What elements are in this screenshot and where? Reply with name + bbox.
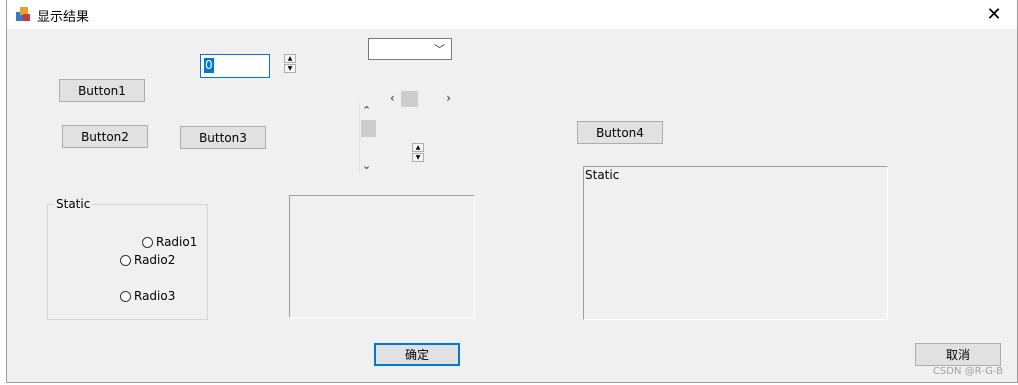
close-icon[interactable]: ✕ (971, 0, 1017, 29)
radio1-label: Radio1 (156, 235, 198, 249)
radio-circle-icon (142, 236, 153, 248)
spin-down-icon[interactable]: ▼ (284, 64, 296, 73)
radio-circle-icon (120, 254, 131, 266)
number-edit-field[interactable]: 0 (200, 54, 270, 78)
horizontal-scroll-thumb[interactable] (401, 91, 418, 107)
watermark: CSDN @R-G-B (932, 366, 1003, 377)
radio2[interactable]: Radio2 (120, 253, 175, 267)
radio-group-box: Static Radio1 Radio2 Radio3 (47, 197, 208, 320)
scroll-down-icon[interactable]: ⌄ (362, 159, 371, 172)
group-label: Static (54, 197, 93, 211)
radio3-label: Radio3 (134, 289, 176, 303)
radio2-label: Radio2 (134, 253, 176, 267)
vertical-scroll-thumb[interactable] (361, 120, 376, 137)
spin-up-icon[interactable]: ▲ (284, 54, 296, 63)
edit-spin-control[interactable]: ▲ ▼ (284, 54, 298, 74)
horizontal-scrollbar[interactable]: ‹ › (387, 90, 455, 108)
button4[interactable]: Button4 (577, 121, 663, 144)
cancel-button[interactable]: 取消 (915, 343, 1001, 366)
button3[interactable]: Button3 (180, 126, 266, 149)
vertical-scrollbar[interactable]: ⌃ ⌄ (359, 103, 377, 173)
window-title: 显示结果 (37, 10, 90, 25)
spin-up-icon[interactable]: ▲ (412, 143, 424, 152)
scroll-up-icon[interactable]: ⌃ (362, 104, 371, 117)
combo-box[interactable]: ﹀ (368, 38, 452, 60)
picture-box (289, 195, 475, 318)
standalone-spin-control[interactable]: ▲ ▼ (412, 143, 426, 163)
button2[interactable]: Button2 (62, 125, 148, 148)
static-text-box: Static (583, 166, 888, 320)
edit-value: 0 (204, 58, 214, 73)
chevron-down-icon[interactable]: ﹀ (434, 41, 445, 57)
app-icon (15, 6, 31, 22)
button1[interactable]: Button1 (59, 79, 145, 102)
ok-button[interactable]: 确定 (374, 343, 460, 366)
static-box-label: Static (585, 168, 620, 182)
scroll-left-icon[interactable]: ‹ (390, 91, 395, 105)
dialog-window: 显示结果 ✕ Button1 Button2 Button3 0 ▲ ▼ ﹀ ‹… (6, 0, 1018, 383)
title-bar: 显示结果 ✕ (7, 0, 1017, 29)
radio-circle-icon (120, 290, 131, 302)
radio1[interactable]: Radio1 (142, 235, 197, 249)
spin-down-icon[interactable]: ▼ (412, 153, 424, 162)
radio3[interactable]: Radio3 (120, 289, 175, 303)
scroll-right-icon[interactable]: › (446, 91, 451, 105)
